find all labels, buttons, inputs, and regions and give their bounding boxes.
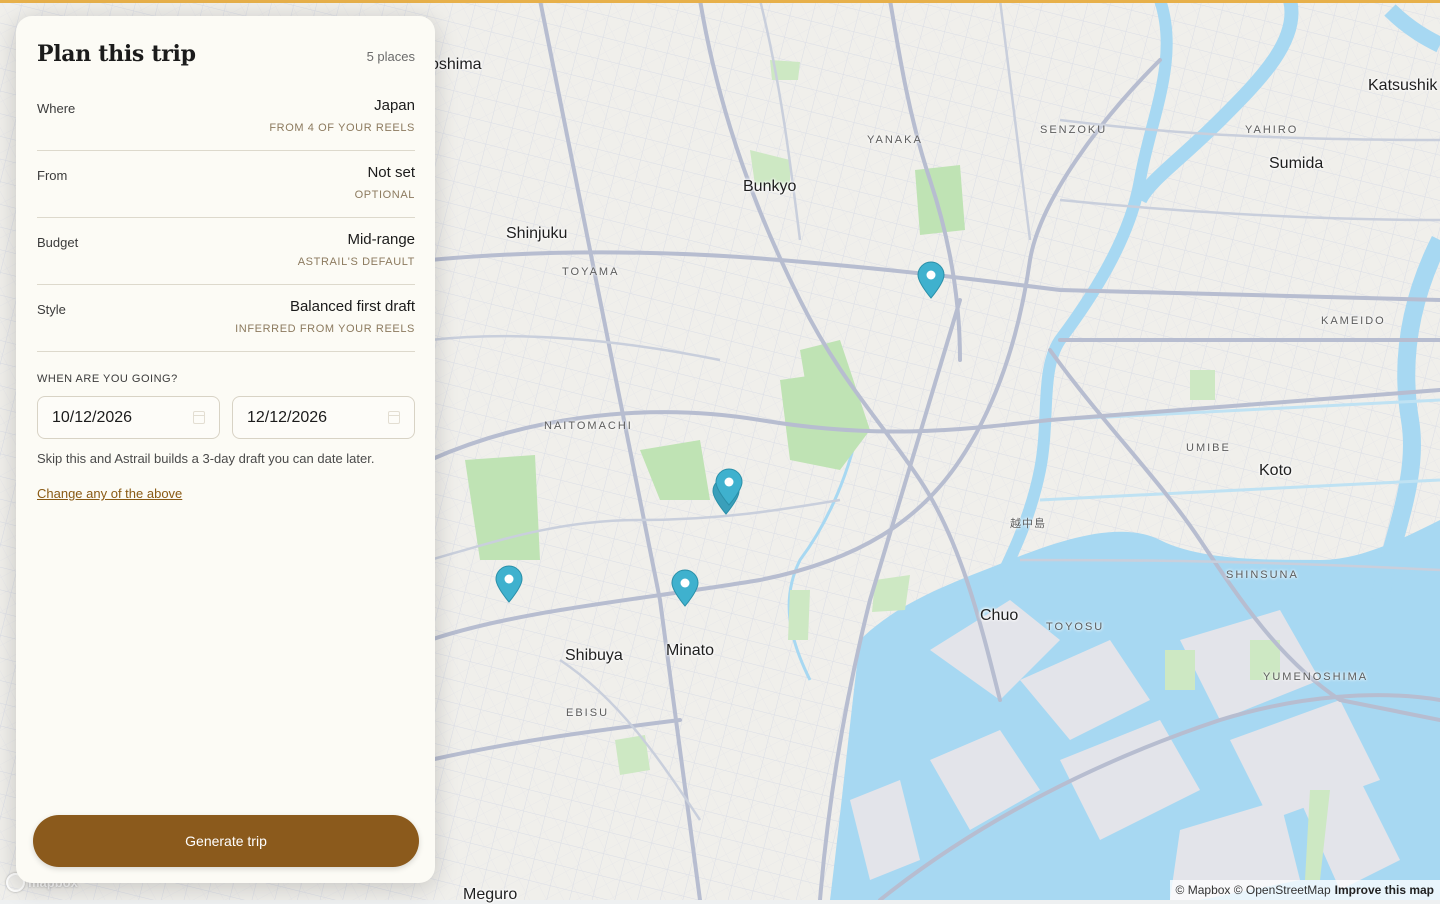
top-accent-strip	[0, 0, 1440, 3]
row-label: Style	[37, 302, 66, 317]
row-subtext: ASTRAIL'S DEFAULT	[297, 256, 415, 268]
map-label-shibuya: Shibuya	[565, 647, 623, 664]
place-count: 5 places	[366, 49, 415, 64]
row-label: Budget	[37, 235, 79, 250]
map-pin-marker-icon[interactable]	[671, 569, 699, 607]
map-label-sumida: Sumida	[1269, 155, 1324, 172]
row-value: Not set	[367, 164, 415, 181]
map-district-toyosu: TOYOSU	[1046, 621, 1105, 633]
map-district-naitomachi: NAITOMACHI	[544, 420, 633, 432]
map-district-etchujima: 越中島	[1010, 518, 1046, 530]
panel-title: Plan this trip	[37, 41, 196, 67]
map-label-minato: Minato	[666, 642, 715, 659]
row-label: Where	[37, 101, 76, 116]
map-district-yumenoshima: YUMENOSHIMA	[1263, 671, 1369, 683]
row-value: Mid-range	[347, 231, 415, 248]
map-label-toshima: oshima	[430, 56, 482, 73]
row-label: From	[37, 168, 68, 183]
map-district-umibe: UMIBE	[1186, 442, 1231, 454]
trip-settings-list: Where Japan FROM 4 OF YOUR REELS From No…	[37, 84, 415, 352]
map-label-katsushika: Katsushik	[1368, 77, 1438, 94]
start-date-input[interactable]: 10/12/2026	[37, 396, 220, 439]
calendar-icon[interactable]	[193, 411, 205, 424]
map-label-shinjuku: Shinjuku	[506, 225, 568, 242]
row-where[interactable]: Where Japan FROM 4 OF YOUR REELS	[37, 84, 415, 151]
end-date-input[interactable]: 12/12/2026	[232, 396, 415, 439]
dates-section: WHEN ARE YOU GOING? 10/12/2026 12/12/202…	[37, 373, 415, 501]
row-style[interactable]: Style Balanced first draft INFERRED FROM…	[37, 285, 415, 352]
date-inputs: 10/12/2026 12/12/2026	[37, 396, 415, 440]
map-district-ebisu: EBISU	[566, 707, 610, 719]
row-from[interactable]: From Not set OPTIONAL	[37, 151, 415, 218]
map-pin-marker-icon[interactable]	[715, 468, 743, 506]
map-attribution: © Mapbox © OpenStreetMap Improve this map	[1169, 880, 1440, 900]
map-label-chuo: Chuo	[980, 607, 1019, 624]
start-date-value: 10/12/2026	[52, 409, 133, 426]
row-value: Balanced first draft	[289, 298, 415, 315]
improve-map-link[interactable]: Improve this map	[1335, 883, 1434, 897]
row-value: Japan	[374, 97, 415, 114]
generate-trip-button[interactable]: Generate trip	[33, 815, 419, 867]
attribution-text[interactable]: © Mapbox © OpenStreetMap	[1176, 883, 1331, 897]
panel-header: Plan this trip 5 places	[37, 41, 415, 73]
map-district-toyama: TOYAMA	[562, 266, 620, 278]
map-district-yanaka: YANAKA	[867, 134, 923, 146]
change-settings-link[interactable]: Change any of the above	[37, 486, 182, 501]
map-label-bunkyo: Bunkyo	[743, 178, 797, 195]
row-subtext: FROM 4 OF YOUR REELS	[269, 122, 415, 134]
map-district-senzoku: SENZOKU	[1040, 124, 1108, 136]
row-budget[interactable]: Budget Mid-range ASTRAIL'S DEFAULT	[37, 218, 415, 285]
row-subtext: OPTIONAL	[354, 189, 415, 201]
date-hint: Skip this and Astrail builds a 3-day dra…	[37, 451, 375, 466]
dates-title: WHEN ARE YOU GOING?	[37, 373, 178, 385]
map-district-yahiro: YAHIRO	[1245, 124, 1299, 136]
map-pin-marker-icon[interactable]	[917, 261, 945, 299]
end-date-value: 12/12/2026	[247, 409, 328, 426]
map-district-kameido: KAMEIDO	[1321, 315, 1386, 327]
map-label-meguro: Meguro	[463, 886, 518, 903]
plan-trip-panel: Plan this trip 5 places Where Japan FROM…	[16, 16, 435, 883]
row-subtext: INFERRED FROM YOUR REELS	[235, 323, 415, 335]
map-pin-marker-icon[interactable]	[495, 565, 523, 603]
map-district-shinsuna: SHINSUNA	[1226, 569, 1299, 581]
calendar-icon[interactable]	[388, 411, 400, 424]
map-label-koto: Koto	[1259, 462, 1292, 479]
